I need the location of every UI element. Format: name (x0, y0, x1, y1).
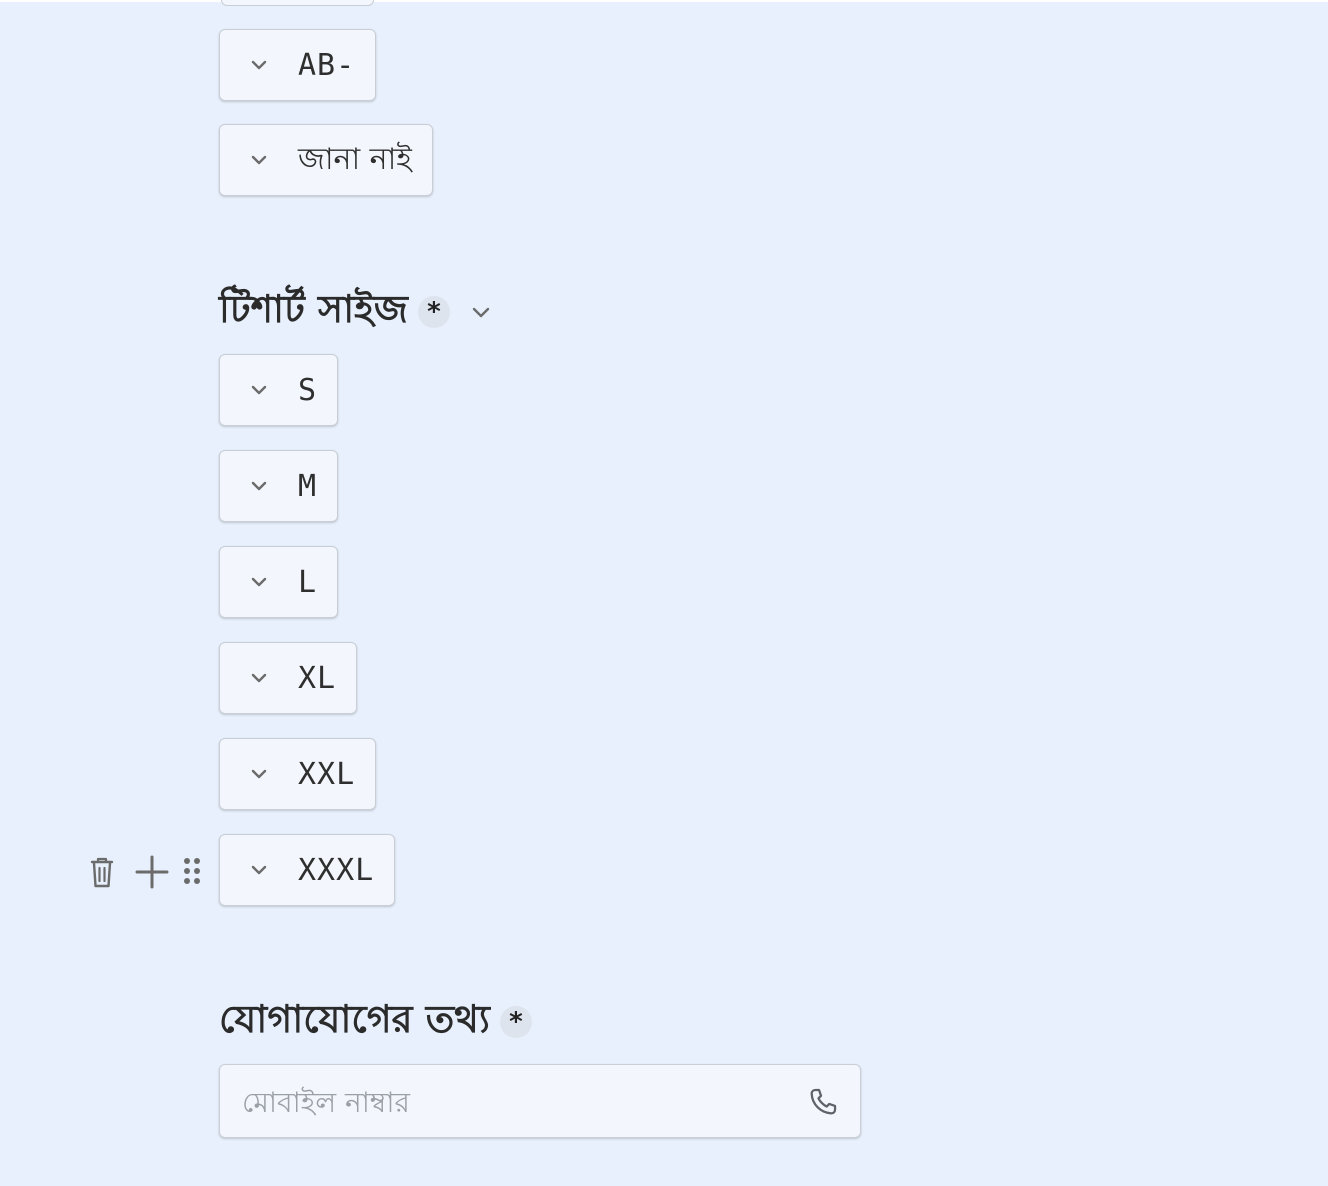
option-label: S (298, 372, 318, 408)
option-chip-partial[interactable] (221, 0, 374, 6)
required-badge: * (499, 1006, 532, 1038)
option-chip-s[interactable]: S (219, 354, 339, 426)
option-chip-xl[interactable]: XL (219, 642, 358, 714)
option-label: XXL (298, 756, 356, 792)
chevron-down-icon[interactable] (248, 475, 270, 497)
chevron-down-icon[interactable] (248, 571, 270, 593)
tshirt-size-title: টিশার্ট সাইজ * (219, 280, 494, 344)
option-label: XXXL (298, 852, 375, 888)
chevron-down-icon[interactable] (248, 763, 270, 785)
option-row-actions (84, 850, 202, 894)
contact-info-title: যোগাযোগের তথ্য * (219, 990, 532, 1054)
trash-icon[interactable] (84, 850, 120, 894)
option-label: জানা নাই (298, 141, 412, 177)
option-label: L (298, 564, 318, 600)
chevron-down-icon[interactable] (248, 667, 270, 689)
option-chip-ab-negative[interactable]: AB- (219, 29, 377, 101)
mobile-number-field[interactable] (219, 1064, 861, 1139)
option-chip-m[interactable]: M (219, 450, 339, 522)
chevron-down-icon[interactable] (248, 149, 270, 171)
required-badge: * (417, 296, 450, 328)
option-chip-l[interactable]: L (219, 546, 339, 618)
phone-icon (806, 1085, 840, 1119)
chevron-down-icon[interactable] (468, 299, 494, 325)
option-chip-xxl[interactable]: XXL (219, 738, 377, 810)
option-label: XL (298, 660, 337, 696)
chevron-down-icon[interactable] (248, 859, 270, 881)
option-label: AB- (298, 47, 356, 83)
chevron-down-icon[interactable] (248, 379, 270, 401)
section-title-text: টিশার্ট সাইজ (219, 287, 408, 331)
top-edge (0, 0, 1328, 2)
section-title-text: যোগাযোগের তথ্য (219, 997, 490, 1041)
option-label: M (298, 468, 318, 504)
mobile-number-input[interactable] (240, 1065, 804, 1139)
chevron-down-icon[interactable] (248, 54, 270, 76)
option-chip-xxxl[interactable]: XXXL (219, 834, 396, 906)
plus-icon[interactable] (132, 850, 172, 894)
option-chip-unknown[interactable]: জানা নাই (219, 124, 433, 196)
drag-handle-icon[interactable] (182, 850, 202, 894)
form-builder-canvas: AB- জানা নাই টিশার্ট সাইজ * S M L XL XXL… (0, 0, 1328, 1186)
